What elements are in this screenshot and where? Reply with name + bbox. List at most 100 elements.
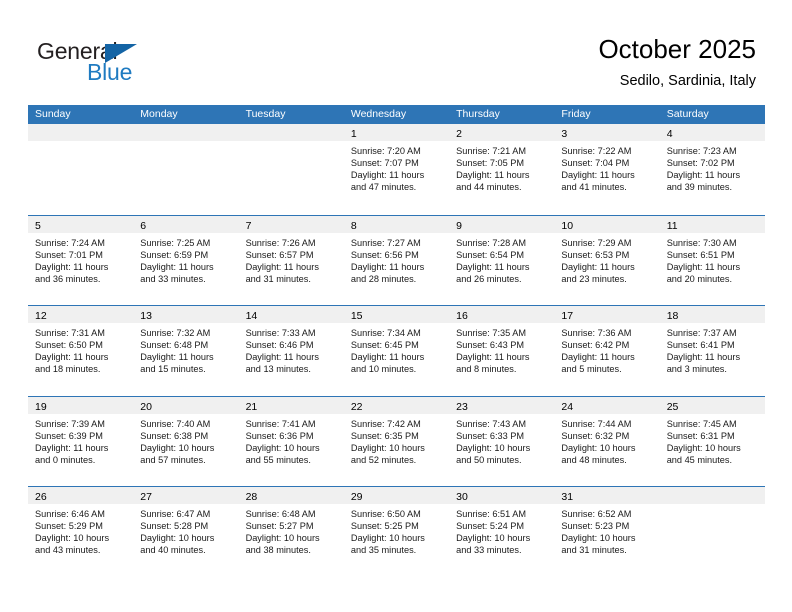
calendar-day-cell[interactable]: 6 Sunrise: 7:25 AM Sunset: 6:59 PM Daylight… xyxy=(133,215,239,305)
day-detail-line: and 5 minutes. xyxy=(561,364,622,375)
day-detail-line: and 33 minutes. xyxy=(140,273,206,284)
day-detail-line: Sunset: 5:24 PM xyxy=(456,521,525,532)
calendar-day-cell[interactable]: 10 Sunrise: 7:29 AM Sunset: 6:53 PM Dayligh… xyxy=(554,215,660,305)
day-details: Sunrise: 7:26 AM Sunset: 6:57 PM Daylight:… xyxy=(239,233,344,285)
day-number-band: 25 xyxy=(659,396,765,414)
calendar-day-cell[interactable]: 4 Sunrise: 7:23 AM Sunset: 7:02 PM Daylight… xyxy=(659,124,765,215)
day-details: Sunrise: 7:22 AM Sunset: 7:04 PM Daylight:… xyxy=(554,141,659,193)
calendar-day-cell[interactable]: 11 Sunrise: 7:30 AM Sunset: 6:51 PM Dayligh… xyxy=(659,215,765,305)
day-number-band: 3 xyxy=(554,124,660,141)
calendar-day-cell[interactable]: 29 Sunrise: 6:50 AM Sunset: 5:25 PM Dayligh… xyxy=(343,487,450,577)
calendar-weeks: 1 Sunrise: 7:20 AM Sunset: 7:07 PM Daylight… xyxy=(28,124,765,577)
calendar-day-cell[interactable]: 3 Sunrise: 7:22 AM Sunset: 7:04 PM Daylight… xyxy=(554,124,660,215)
day-number-band: 13 xyxy=(133,306,239,323)
day-detail-line: and 13 minutes. xyxy=(245,364,311,375)
calendar-day-cell[interactable]: 28 Sunrise: 6:48 AM Sunset: 5:27 PM Dayligh… xyxy=(238,487,344,577)
day-number-band: 18 xyxy=(659,306,765,323)
day-detail-line: Sunset: 6:42 PM xyxy=(561,340,630,351)
day-details: Sunrise: 7:21 AM Sunset: 7:05 PM Daylight:… xyxy=(449,141,554,193)
calendar-day-cell[interactable]: 8 Sunrise: 7:27 AM Sunset: 6:56 PM Daylight… xyxy=(343,215,450,305)
day-detail-line: Sunrise: 7:26 AM xyxy=(245,237,316,248)
day-detail-line: Sunrise: 7:43 AM xyxy=(456,418,527,429)
calendar-day-cell[interactable]: 16 Sunrise: 7:35 AM Sunset: 6:43 PM Dayligh… xyxy=(449,306,555,396)
day-number-band xyxy=(28,124,134,141)
day-number: 21 xyxy=(245,400,258,413)
calendar-day-cell[interactable]: 2 Sunrise: 7:21 AM Sunset: 7:05 PM Daylight… xyxy=(449,124,555,215)
day-detail-line: Sunset: 6:48 PM xyxy=(140,340,209,351)
weekday-header-wednesday: Wednesday xyxy=(350,108,407,120)
calendar-day-cell[interactable]: 22 Sunrise: 7:42 AM Sunset: 6:35 PM Dayligh… xyxy=(343,396,450,486)
day-number-band: 27 xyxy=(133,487,239,504)
calendar-day-cell[interactable]: 27 Sunrise: 6:47 AM Sunset: 5:28 PM Dayligh… xyxy=(133,487,239,577)
day-number: 23 xyxy=(456,400,468,413)
calendar-day-cell[interactable]: 9 Sunrise: 7:28 AM Sunset: 6:54 PM Daylight… xyxy=(449,215,555,305)
day-number-band: 9 xyxy=(449,215,555,233)
weekday-header-sunday: Sunday xyxy=(35,108,71,120)
calendar-week-row: 19 Sunrise: 7:39 AM Sunset: 6:39 PM Dayligh… xyxy=(28,395,765,486)
day-detail-line: Sunset: 6:31 PM xyxy=(666,430,735,441)
day-detail-line: Sunset: 6:45 PM xyxy=(350,340,419,351)
calendar-day-cell[interactable]: 18 Sunrise: 7:37 AM Sunset: 6:41 PM Dayligh… xyxy=(659,306,765,396)
calendar-day-cell[interactable]: 20 Sunrise: 7:40 AM Sunset: 6:38 PM Dayligh… xyxy=(133,396,239,486)
day-detail-line: Daylight: 10 hours xyxy=(666,442,741,453)
day-detail-line: Sunset: 5:29 PM xyxy=(35,521,103,532)
calendar-day-cell[interactable]: 23 Sunrise: 7:43 AM Sunset: 6:33 PM Dayligh… xyxy=(449,396,555,486)
calendar-day-cell[interactable]: 5 Sunrise: 7:24 AM Sunset: 7:01 PM Daylight… xyxy=(28,215,134,305)
day-details: Sunrise: 7:20 AM Sunset: 7:07 PM Daylight:… xyxy=(344,141,449,193)
calendar-day-cell[interactable]: 15 Sunrise: 7:34 AM Sunset: 6:45 PM Dayligh… xyxy=(343,306,450,396)
calendar-week-row: 12 Sunrise: 7:31 AM Sunset: 6:50 PM Dayligh… xyxy=(28,305,765,396)
day-detail-line: Daylight: 11 hours xyxy=(666,261,741,272)
day-detail-line: Sunrise: 7:44 AM xyxy=(561,418,632,429)
day-detail-line: and 20 minutes. xyxy=(666,273,733,284)
calendar-day-cell[interactable]: 21 Sunrise: 7:41 AM Sunset: 6:36 PM Dayligh… xyxy=(238,396,344,486)
day-detail-line: Sunset: 5:27 PM xyxy=(245,521,314,532)
day-detail-line: and 38 minutes. xyxy=(245,545,311,556)
calendar-day-cell[interactable]: 19 Sunrise: 7:39 AM Sunset: 6:39 PM Dayligh… xyxy=(28,396,134,486)
calendar-day-cell[interactable]: 30 Sunrise: 6:51 AM Sunset: 5:24 PM Dayligh… xyxy=(449,487,555,577)
day-detail-line: Sunrise: 7:40 AM xyxy=(140,418,211,429)
calendar-day-cell[interactable]: 24 Sunrise: 7:44 AM Sunset: 6:32 PM Dayligh… xyxy=(554,396,660,486)
brand-logo[interactable]: General Blue xyxy=(37,38,237,90)
calendar-day-cell[interactable]: 13 Sunrise: 7:32 AM Sunset: 6:48 PM Dayligh… xyxy=(133,306,239,396)
weekday-header-row: Sunday Monday Tuesday Wednesday Thursday Frid… xyxy=(28,105,765,124)
day-details: Sunrise: 7:44 AM Sunset: 6:32 PM Daylight:… xyxy=(554,414,659,466)
day-detail-line: Sunset: 6:39 PM xyxy=(35,430,103,441)
day-number: 8 xyxy=(350,219,357,232)
day-number-band: 12 xyxy=(28,306,134,323)
day-detail-line: Sunset: 6:33 PM xyxy=(456,430,525,441)
day-detail-line: Sunrise: 7:20 AM xyxy=(350,146,421,156)
weekday-header-tuesday: Tuesday xyxy=(245,108,286,120)
calendar-day-empty xyxy=(238,124,344,215)
day-detail-line: Sunrise: 7:37 AM xyxy=(666,328,737,338)
day-detail-line: Sunset: 6:53 PM xyxy=(561,249,630,260)
calendar-day-cell[interactable]: 17 Sunrise: 7:36 AM Sunset: 6:42 PM Dayligh… xyxy=(554,306,660,396)
day-detail-line: Sunrise: 6:50 AM xyxy=(350,509,421,519)
day-number-band: 4 xyxy=(659,124,765,141)
day-number-band: 19 xyxy=(28,396,134,414)
calendar-day-cell[interactable]: 1 Sunrise: 7:20 AM Sunset: 7:07 PM Daylight… xyxy=(343,124,450,215)
calendar-day-cell[interactable]: 26 Sunrise: 6:46 AM Sunset: 5:29 PM Dayligh… xyxy=(28,487,134,577)
day-number-band: 26 xyxy=(28,487,134,504)
day-detail-line: Sunset: 6:41 PM xyxy=(666,340,735,351)
calendar-day-cell[interactable]: 12 Sunrise: 7:31 AM Sunset: 6:50 PM Dayligh… xyxy=(28,306,134,396)
calendar-day-cell[interactable]: 25 Sunrise: 7:45 AM Sunset: 6:31 PM Dayligh… xyxy=(659,396,765,486)
day-detail-line: Daylight: 11 hours xyxy=(35,261,109,272)
day-details: Sunrise: 7:25 AM Sunset: 6:59 PM Daylight:… xyxy=(133,233,238,285)
day-detail-line: Daylight: 10 hours xyxy=(456,533,531,544)
day-details: Sunrise: 7:35 AM Sunset: 6:43 PM Daylight:… xyxy=(449,323,554,375)
calendar-week-row: 26 Sunrise: 6:46 AM Sunset: 5:29 PM Dayligh… xyxy=(28,486,765,577)
page-header: General Blue October 2025 Sedilo, Sardin… xyxy=(0,0,792,98)
day-detail-line: and 45 minutes. xyxy=(666,454,733,465)
day-detail-line: Sunset: 7:04 PM xyxy=(561,158,630,169)
day-detail-line: and 15 minutes. xyxy=(140,364,206,375)
calendar-day-cell[interactable]: 7 Sunrise: 7:26 AM Sunset: 6:57 PM Daylight… xyxy=(238,215,344,305)
day-detail-line: Sunrise: 6:51 AM xyxy=(456,509,527,519)
day-number: 5 xyxy=(35,219,41,232)
day-detail-line: Sunset: 6:38 PM xyxy=(140,430,209,441)
day-details: Sunrise: 7:36 AM Sunset: 6:42 PM Daylight:… xyxy=(554,323,659,375)
calendar-day-cell[interactable]: 14 Sunrise: 7:33 AM Sunset: 6:46 PM Dayligh… xyxy=(238,306,344,396)
day-detail-line: Daylight: 11 hours xyxy=(666,352,741,363)
day-details: Sunrise: 7:29 AM Sunset: 6:53 PM Daylight:… xyxy=(554,233,659,285)
calendar-day-cell[interactable]: 31 Sunrise: 6:52 AM Sunset: 5:23 PM Dayligh… xyxy=(554,487,660,577)
day-details: Sunrise: 7:37 AM Sunset: 6:41 PM Daylight:… xyxy=(660,323,765,375)
